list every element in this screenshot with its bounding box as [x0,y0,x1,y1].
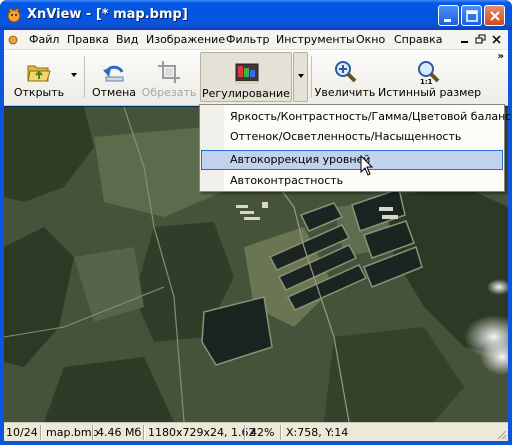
status-divider [92,425,94,440]
menu-tools[interactable]: Инструменты [276,33,355,46]
adjust-dropdown-button[interactable] [293,52,308,102]
zoom-in-button[interactable]: Увеличить [314,52,376,102]
menu-item-label: Яркость/Контрастность/Гамма/Цветовой бал… [230,110,512,123]
close-button[interactable] [484,5,505,26]
open-button[interactable]: Открыть [8,52,70,102]
crop-icon [158,61,180,83]
zoom-in-label: Увеличить [314,86,376,99]
crop-button[interactable]: Обрезать [140,52,198,102]
menu-item-brightness-contrast[interactable]: Яркость/Контрастность/Гамма/Цветовой бал… [201,107,512,127]
toolbar-separator [84,56,85,98]
magnifier-1to1-icon: 1:1 [418,61,440,85]
window-frame-right [508,30,512,445]
status-filename: map.bmp [46,426,99,439]
doc-close-icon[interactable] [490,33,504,46]
svg-text:1:1: 1:1 [420,78,433,85]
status-divider [244,425,246,440]
menu-bar: Файл Правка Вид Изображение Фильтр Инстр… [4,30,508,50]
minimize-icon [444,19,451,22]
resize-grip-icon[interactable] [495,428,507,440]
crop-label: Обрезать [141,86,197,99]
maximize-button[interactable] [461,5,482,26]
toolbar-separator [311,56,312,98]
status-zoom: 42% [250,426,275,439]
status-bar: 10/24 map.bmp 4.46 Мб 1180x729x24, 1.62 … [4,422,508,441]
doc-restore-icon[interactable] [474,33,488,46]
menu-window[interactable]: Окно [356,33,385,46]
adjust-dropdown-menu: Яркость/Контрастность/Гамма/Цветовой бал… [199,104,512,192]
menu-item-hue-saturation[interactable]: Оттенок/Осветленность/Насыщенность [201,127,503,147]
actual-size-label: Истинный размер [378,86,482,99]
undo-arrow-icon [103,65,124,82]
doc-minimize-icon[interactable] [458,33,472,46]
chevron-down-icon [298,74,304,78]
adjust-button[interactable]: Регулирование [200,52,292,102]
adjust-label: Регулирование [202,87,290,100]
menu-item-auto-levels[interactable]: Автокоррекция уровней [201,150,503,170]
close-icon [490,11,500,21]
menu-item-label: Автокоррекция уровней [230,153,371,166]
status-coords: X:758, Y:14 [286,426,349,439]
magnifier-plus-icon [335,61,357,83]
menu-image[interactable]: Изображение [146,33,225,46]
status-divider [143,425,145,440]
status-divider [280,425,282,440]
menu-item-auto-contrast[interactable]: Автоконтрастность [201,171,503,191]
menu-item-label: Оттенок/Осветленность/Насыщенность [230,130,462,143]
minimize-button[interactable] [438,5,459,26]
menu-file[interactable]: Файл [29,33,59,46]
xnview-icon[interactable] [6,7,22,23]
menu-edit[interactable]: Правка [67,33,109,46]
undo-label: Отмена [91,86,137,99]
mouse-cursor-icon [360,155,374,176]
actual-size-button[interactable]: 1:1 Истинный размер [378,52,482,102]
open-label: Открыть [13,86,65,99]
undo-button[interactable]: Отмена [90,52,138,102]
window-title: XnView - [* map.bmp] [27,7,188,22]
document-icon[interactable] [8,34,18,46]
status-filesize: 4.46 Мб [97,426,142,439]
levels-adjust-icon [235,63,259,84]
open-dropdown-caret[interactable] [71,73,77,77]
status-dimensions: 1180x729x24, 1.62 [148,426,256,439]
folder-open-icon [27,65,51,82]
status-divider [40,425,42,440]
maximize-icon [466,10,478,22]
menu-help[interactable]: Справка [394,33,442,46]
menu-filter[interactable]: Фильтр [226,33,270,46]
app-window: XnView - [* map.bmp] Файл Правка Вид Изо… [0,0,512,445]
title-bar[interactable]: XnView - [* map.bmp] [0,0,512,30]
toolbar-overflow-chevron[interactable]: » [498,51,504,62]
menu-item-label: Автоконтрастность [230,174,344,187]
menu-view[interactable]: Вид [116,33,138,46]
window-frame-bottom [0,441,512,445]
toolbar: Открыть Отмена Обрезать Регулирование Ув… [4,50,508,106]
status-position: 10/24 [6,426,38,439]
